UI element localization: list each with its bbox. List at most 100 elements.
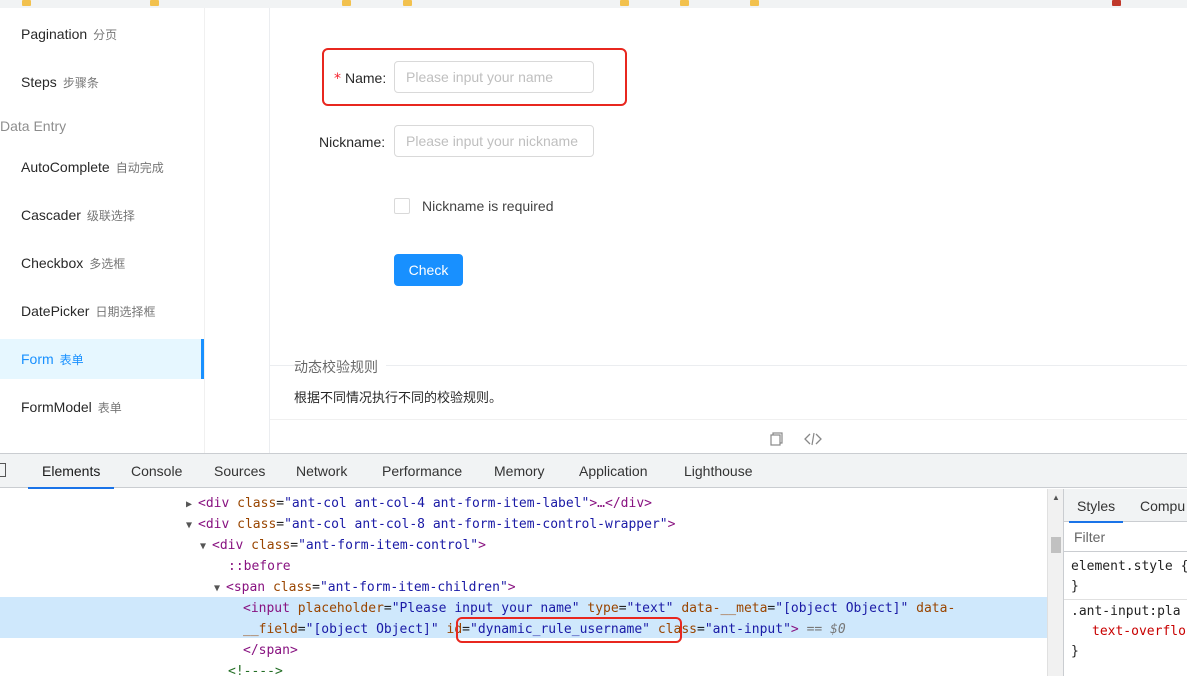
demo-content: *Name: Nickname: Nickname is required Ch… bbox=[205, 8, 1187, 453]
sidebar-item-cn-label: 分页 bbox=[93, 27, 118, 42]
rule-ant-input-placeholder[interactable]: .ant-input:pla bbox=[1071, 604, 1181, 619]
scroll-up-arrow-icon[interactable]: ▲ bbox=[1052, 493, 1060, 502]
bookmark-folder-icon[interactable] bbox=[150, 0, 159, 6]
sidebar-item-label: Steps bbox=[21, 74, 57, 90]
nickname-required-checkbox[interactable] bbox=[394, 198, 410, 214]
bookmark-folder-icon[interactable] bbox=[620, 0, 629, 6]
sidebar-item-formmodel[interactable]: FormModel 表单 bbox=[0, 387, 204, 427]
tab-sources[interactable]: Sources bbox=[214, 454, 265, 488]
sidebar-item-checkbox[interactable]: Checkbox 多选框 bbox=[0, 243, 204, 283]
dom-node-before-pseudo[interactable]: ::before bbox=[228, 556, 291, 577]
sidebar-item-datepicker[interactable]: DatePicker 日期选择框 bbox=[0, 291, 204, 331]
dom-attr: type bbox=[587, 601, 619, 616]
sidebar-item-label: Cascader bbox=[21, 207, 81, 223]
dom-value: "text" bbox=[626, 601, 674, 616]
nickname-input[interactable] bbox=[394, 125, 594, 157]
dom-attr: class bbox=[237, 517, 277, 532]
sidebar-item-cascader[interactable]: Cascader 级联选择 bbox=[0, 195, 204, 235]
tab-network[interactable]: Network bbox=[296, 454, 347, 488]
dom-node-form-item-children[interactable]: ▼ <span class="ant-form-item-children"> bbox=[214, 577, 516, 598]
rule-close: } bbox=[1071, 644, 1079, 659]
dom-node-form-item-control[interactable]: ▼ <div class="ant-form-item-control"> bbox=[200, 535, 486, 556]
meta-divider bbox=[270, 365, 1187, 366]
nickname-label-text: Nickname bbox=[319, 134, 382, 150]
dom-node-comment[interactable]: <!----> bbox=[228, 661, 283, 676]
tab-memory[interactable]: Memory bbox=[494, 454, 545, 488]
dom-attr: __field bbox=[243, 622, 298, 637]
label-colon: : bbox=[381, 134, 386, 150]
dom-node-label-col[interactable]: ▶ <div class="ant-col ant-col-4 ant-form-… bbox=[186, 493, 652, 514]
sidebar-item-cn-label: 多选框 bbox=[89, 256, 126, 271]
dom-tag: <input bbox=[243, 601, 290, 616]
dom-attr: data-__meta bbox=[681, 601, 768, 616]
dom-attr: class bbox=[272, 580, 313, 595]
dom-node-control-wrapper[interactable]: ▼ <div class="ant-col ant-col-8 ant-form-… bbox=[186, 514, 675, 535]
dom-tag: </span> bbox=[243, 643, 298, 658]
sidebar-item-label: AutoComplete bbox=[21, 159, 110, 175]
dom-tree: ▶ <div class="ant-col ant-col-4 ant-form-… bbox=[0, 489, 1047, 676]
bookmark-favicon-icon[interactable] bbox=[1112, 0, 1121, 6]
rule-brace: } bbox=[1071, 579, 1079, 594]
bookmark-folder-icon[interactable] bbox=[22, 0, 31, 6]
dom-value: "[object Object]" bbox=[775, 601, 909, 616]
tab-performance[interactable]: Performance bbox=[382, 454, 462, 488]
sidebar-group-data-entry: Data Entry bbox=[0, 118, 67, 134]
dom-value: "ant-input" bbox=[704, 622, 791, 637]
sidebar-item-label: FormModel bbox=[21, 399, 92, 415]
dom-value: "ant-form-item-control" bbox=[298, 538, 479, 553]
sidebar-item-pagination[interactable]: Pagination 分页 bbox=[0, 14, 204, 54]
dom-tag: > bbox=[478, 538, 486, 553]
tab-lighthouse[interactable]: Lighthouse bbox=[684, 454, 753, 488]
tab-elements[interactable]: Elements bbox=[27, 454, 115, 489]
expand-triangle-icon[interactable]: ▶ bbox=[186, 494, 198, 515]
component-sidebar: Pagination 分页 Steps 步骤条 Data Entry AutoC… bbox=[0, 8, 205, 453]
styles-filter-input[interactable]: Filter bbox=[1064, 522, 1187, 552]
rule-close: } bbox=[1071, 579, 1079, 594]
dom-attr: class bbox=[237, 496, 277, 511]
sidebar-item-steps[interactable]: Steps 步骤条 bbox=[0, 62, 204, 102]
code-actions bbox=[770, 432, 822, 446]
rule-property[interactable]: text-overflo bbox=[1092, 624, 1186, 639]
rule-selector: element.style bbox=[1071, 559, 1173, 574]
rule-selector: .ant-input:pla bbox=[1071, 604, 1181, 619]
bookmark-folder-icon[interactable] bbox=[680, 0, 689, 6]
dom-comment: <!----> bbox=[228, 664, 283, 676]
dom-tag: <div bbox=[198, 496, 230, 511]
bookmark-folder-icon[interactable] bbox=[750, 0, 759, 6]
dom-tag: <span bbox=[226, 580, 266, 595]
tab-application[interactable]: Application bbox=[579, 454, 648, 488]
copy-icon[interactable] bbox=[770, 432, 784, 446]
sidebar-item-cn-label: 日期选择框 bbox=[95, 304, 156, 319]
scrollbar-thumb[interactable] bbox=[1051, 537, 1061, 553]
rule-separator bbox=[1064, 599, 1187, 600]
rule-prop-name: text-overflo bbox=[1092, 624, 1186, 639]
sidebar-item-cn-label: 级联选择 bbox=[86, 208, 135, 223]
collapse-triangle-icon[interactable]: ▼ bbox=[214, 578, 226, 599]
rule-brace: } bbox=[1071, 644, 1079, 659]
code-expand-icon[interactable] bbox=[804, 432, 822, 446]
dom-value: "ant-col ant-col-8 ant-form-item-control… bbox=[284, 517, 668, 532]
sidebar-item-form[interactable]: Form 表单 bbox=[0, 339, 204, 379]
dom-tree-scrollbar[interactable]: ▲ bbox=[1047, 489, 1063, 676]
tab-console[interactable]: Console bbox=[131, 454, 182, 488]
rule-element-style[interactable]: element.style { bbox=[1071, 559, 1187, 574]
collapse-triangle-icon[interactable]: ▼ bbox=[186, 515, 198, 536]
sidebar-item-cn-label: 表单 bbox=[97, 400, 122, 415]
bookmark-folder-icon[interactable] bbox=[403, 0, 412, 6]
dom-node-span-close[interactable]: </span> bbox=[243, 640, 298, 661]
demo-box: *Name: Nickname: Nickname is required Ch… bbox=[269, 8, 1187, 453]
tab-styles[interactable]: Styles bbox=[1068, 489, 1124, 523]
sidebar-item-cn-label: 步骤条 bbox=[62, 75, 99, 90]
tab-computed[interactable]: Compu bbox=[1140, 489, 1185, 522]
dom-node-input-line1[interactable]: <input placeholder="Please input your na… bbox=[243, 598, 955, 619]
check-button[interactable]: Check bbox=[394, 254, 463, 286]
dom-value: "Please input your name" bbox=[391, 601, 580, 616]
sidebar-item-autocomplete[interactable]: AutoComplete 自动完成 bbox=[0, 147, 204, 187]
dom-value: "ant-form-item-children" bbox=[319, 580, 508, 595]
inspect-element-icon[interactable] bbox=[0, 463, 6, 477]
dom-selected-marker: == $0 bbox=[806, 622, 846, 637]
styles-tabs: Styles Compu bbox=[1064, 489, 1187, 523]
collapse-triangle-icon[interactable]: ▼ bbox=[200, 536, 212, 557]
bookmark-folder-icon[interactable] bbox=[342, 0, 351, 6]
sidebar-item-label: DatePicker bbox=[21, 303, 90, 319]
